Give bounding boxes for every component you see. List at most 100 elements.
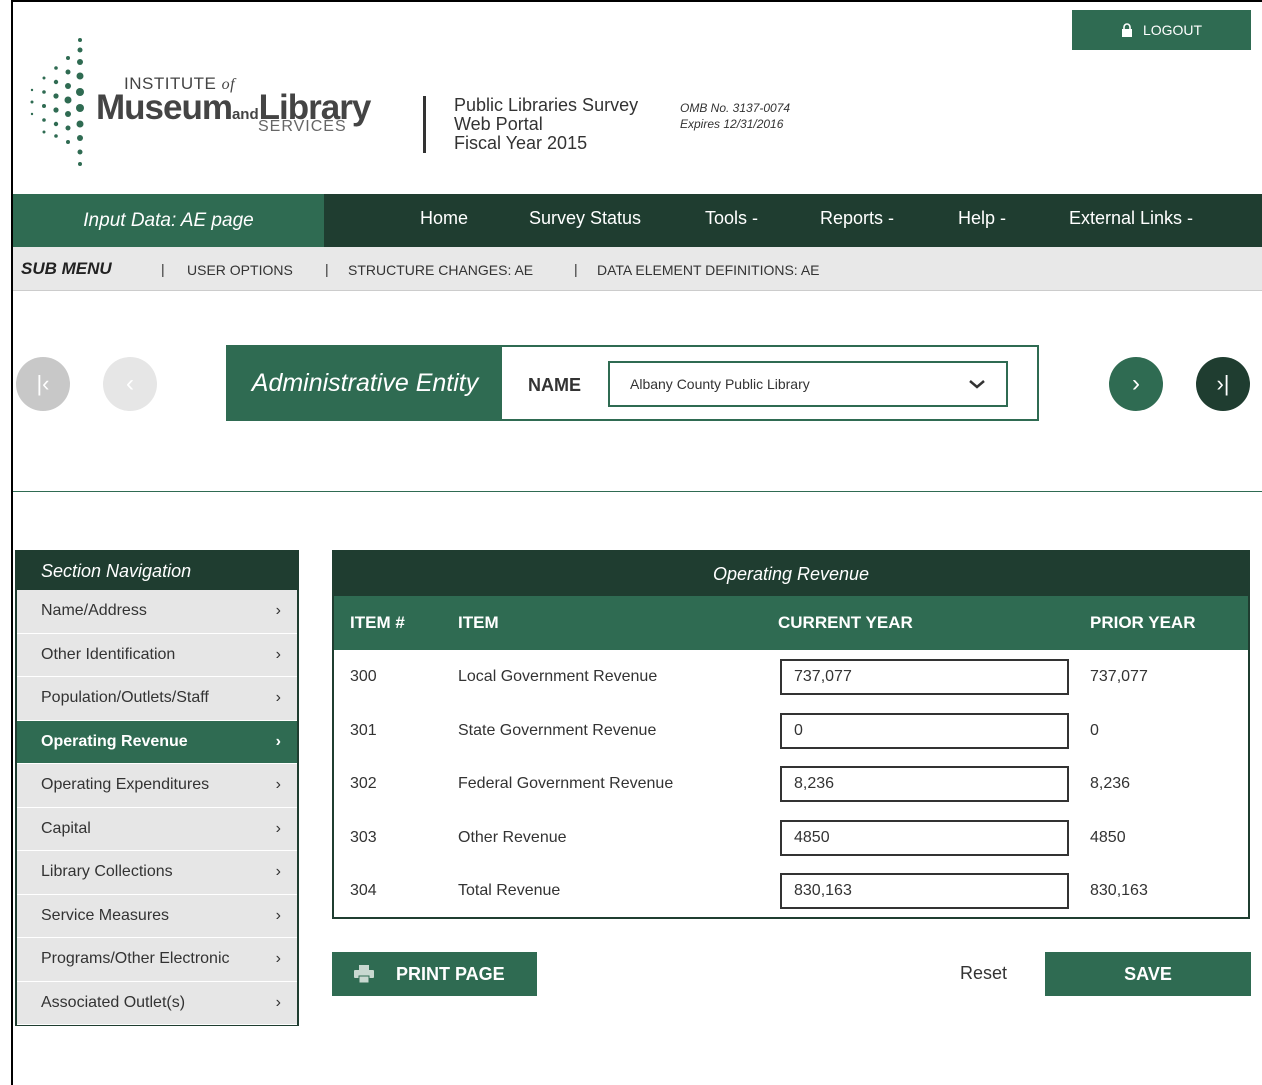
current-year-input-304[interactable] bbox=[780, 873, 1069, 910]
current-year-input-300[interactable] bbox=[780, 659, 1069, 695]
nav-external-links[interactable]: External Links - bbox=[1069, 208, 1193, 229]
entity-name-value: Albany County Public Library bbox=[630, 376, 810, 392]
operating-revenue-panel: Operating Revenue ITEM # ITEM CURRENT YE… bbox=[332, 550, 1250, 919]
header-item-number: ITEM # bbox=[350, 613, 405, 632]
nav-reports[interactable]: Reports - bbox=[820, 208, 894, 229]
sub-menu-separator: | bbox=[161, 261, 165, 277]
print-page-label: PRINT PAGE bbox=[396, 963, 505, 984]
item-name: Other Revenue bbox=[458, 828, 567, 846]
chevron-right-icon: › bbox=[275, 950, 281, 967]
section-nav-name-address[interactable]: Name/Address › bbox=[17, 590, 297, 634]
last-record-button[interactable]: ›| bbox=[1196, 357, 1250, 411]
current-year-input-303[interactable] bbox=[780, 819, 1069, 856]
table-row: 301 State Government Revenue 0 bbox=[334, 704, 1248, 758]
table-row: 304 Total Revenue 830,163 bbox=[334, 864, 1248, 918]
save-button[interactable]: SAVE bbox=[1045, 952, 1251, 996]
chevron-right-icon: › bbox=[275, 689, 281, 706]
table-row: 302 Federal Government Revenue 8,236 bbox=[334, 757, 1248, 811]
section-divider bbox=[13, 491, 1262, 492]
sub-menu-title: SUB MENU bbox=[21, 259, 112, 278]
previous-record-button[interactable]: ‹ bbox=[103, 357, 157, 411]
entity-selector: Administrative Entity NAME Albany County… bbox=[226, 345, 1039, 421]
item-number: 301 bbox=[350, 721, 377, 739]
section-nav-label: Capital bbox=[41, 819, 91, 837]
chevron-right-icon: › bbox=[275, 906, 281, 924]
chevron-right-icon: › bbox=[1132, 370, 1140, 397]
last-icon: ›| bbox=[1216, 371, 1230, 396]
main-nav: Input Data: AE page Home Survey Status T… bbox=[13, 194, 1262, 247]
section-nav-service-measures[interactable]: Service Measures › bbox=[17, 894, 297, 938]
name-label: NAME bbox=[528, 375, 581, 395]
sub-menu: SUB MENU | USER OPTIONS | STRUCTURE CHAN… bbox=[13, 247, 1262, 291]
item-number: 300 bbox=[350, 668, 377, 685]
sub-menu-separator: | bbox=[574, 261, 578, 277]
section-nav-population-outlets-staff[interactable]: Population/Outlets/Staff › bbox=[17, 677, 297, 721]
section-nav-label: Programs/Other Electronic bbox=[41, 950, 230, 968]
prior-year-value: 0 bbox=[1090, 721, 1099, 739]
section-nav-associated-outlets[interactable]: Associated Outlet(s) › bbox=[17, 981, 297, 1025]
current-year-input-302[interactable] bbox=[780, 766, 1069, 803]
current-year-input-301[interactable] bbox=[780, 712, 1069, 749]
current-page-label: Input Data: AE page bbox=[13, 194, 324, 247]
logo-services: SERVICES bbox=[258, 118, 347, 135]
table-header: ITEM # ITEM CURRENT YEAR PRIOR YEAR bbox=[334, 596, 1248, 650]
chevron-right-icon: › bbox=[275, 732, 281, 750]
section-nav-label: Associated Outlet(s) bbox=[41, 993, 186, 1011]
section-navigation: Section Navigation Name/Address › Other I… bbox=[15, 550, 299, 1026]
section-nav-label: Population/Outlets/Staff bbox=[41, 689, 209, 707]
item-number: 302 bbox=[350, 775, 377, 793]
section-nav-label: Other Identification bbox=[41, 645, 176, 663]
nav-help[interactable]: Help - bbox=[958, 208, 1006, 229]
header-divider bbox=[423, 96, 426, 153]
nav-survey-status[interactable]: Survey Status bbox=[529, 208, 641, 229]
logout-label: LOGOUT bbox=[1142, 22, 1203, 38]
next-record-button[interactable]: › bbox=[1109, 357, 1163, 411]
chevron-right-icon: › bbox=[275, 645, 281, 663]
omb-info: OMB No. 3137-0074 Expires 12/31/2016 bbox=[680, 101, 791, 131]
item-name: Local Government Revenue bbox=[458, 668, 658, 685]
section-nav-other-identification[interactable]: Other Identification › bbox=[17, 633, 297, 677]
prior-year-value: 737,077 bbox=[1090, 668, 1148, 685]
chevron-right-icon: › bbox=[275, 993, 281, 1011]
imls-logo-icon bbox=[30, 38, 84, 166]
item-number: 303 bbox=[350, 828, 377, 846]
first-icon: |‹ bbox=[36, 371, 50, 396]
entity-name-select[interactable]: Albany County Public Library bbox=[608, 361, 1008, 407]
chevron-right-icon: › bbox=[275, 863, 281, 880]
item-number: 304 bbox=[350, 882, 377, 900]
prior-year-value: 830,163 bbox=[1090, 882, 1148, 900]
chevron-right-icon: › bbox=[275, 776, 281, 793]
prior-year-value: 8,236 bbox=[1090, 775, 1131, 793]
nav-home[interactable]: Home bbox=[420, 208, 468, 229]
header-current-year: CURRENT YEAR bbox=[778, 613, 913, 632]
logout-button[interactable]: LOGOUT bbox=[1072, 10, 1251, 50]
prior-year-value: 4850 bbox=[1090, 828, 1126, 846]
section-nav-label: Library Collections bbox=[41, 863, 173, 881]
table-row: 303 Other Revenue 4850 bbox=[334, 811, 1248, 865]
sub-menu-data-element-definitions[interactable]: DATA ELEMENT DEFINITIONS: AE bbox=[597, 262, 820, 278]
sub-menu-user-options[interactable]: USER OPTIONS bbox=[187, 262, 293, 278]
table-row: 300 Local Government Revenue 737,077 bbox=[334, 650, 1248, 704]
section-nav-operating-revenue[interactable]: Operating Revenue › bbox=[17, 720, 297, 764]
chevron-down-icon bbox=[969, 380, 985, 389]
printer-icon bbox=[354, 965, 374, 983]
first-record-button[interactable]: |‹ bbox=[16, 357, 70, 411]
item-name: State Government Revenue bbox=[458, 721, 657, 739]
item-name: Total Revenue bbox=[458, 882, 561, 900]
section-nav-operating-expenditures[interactable]: Operating Expenditures › bbox=[17, 764, 297, 808]
section-nav-capital[interactable]: Capital › bbox=[17, 807, 297, 851]
reset-link[interactable]: Reset bbox=[960, 963, 1007, 984]
section-nav-label: Name/Address bbox=[41, 602, 147, 620]
chevron-right-icon: › bbox=[275, 602, 281, 619]
section-nav-programs-other-electronic[interactable]: Programs/Other Electronic › bbox=[17, 938, 297, 982]
header-item: ITEM bbox=[458, 613, 499, 632]
portal-title: Public Libraries Survey Web Portal Fisca… bbox=[454, 95, 639, 153]
section-nav-label: Operating Revenue bbox=[41, 732, 188, 750]
sub-menu-structure-changes[interactable]: STRUCTURE CHANGES: AE bbox=[348, 262, 533, 278]
entity-type-label: Administrative Entity bbox=[228, 347, 502, 419]
section-nav-library-collections[interactable]: Library Collections › bbox=[17, 851, 297, 895]
section-nav-label: Operating Expenditures bbox=[41, 776, 210, 794]
print-page-button[interactable]: PRINT PAGE bbox=[332, 952, 537, 996]
chevron-right-icon: › bbox=[275, 819, 281, 837]
nav-tools[interactable]: Tools - bbox=[705, 208, 758, 229]
